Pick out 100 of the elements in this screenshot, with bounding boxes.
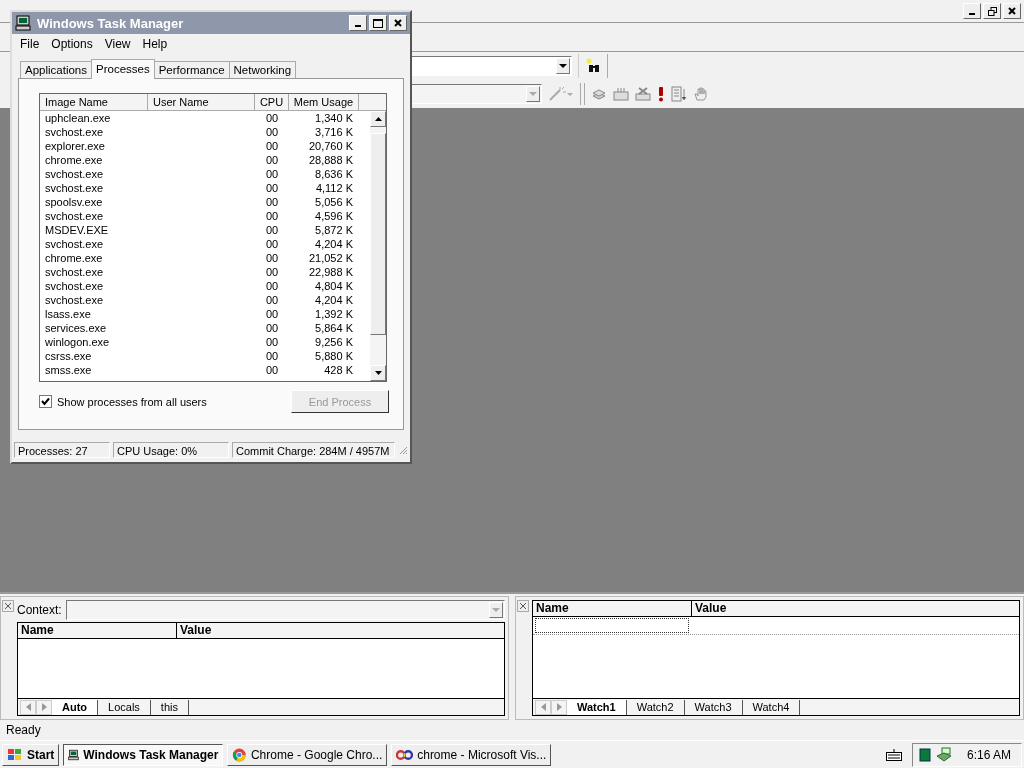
maximize-button[interactable] bbox=[369, 15, 387, 31]
mem-usage-cell-text: 4,204 K bbox=[314, 293, 354, 307]
column-header[interactable]: Mem Usage bbox=[289, 94, 359, 110]
cpu-cell-text: 00 bbox=[264, 321, 280, 335]
image-name-cell-text: svchost.exe bbox=[44, 237, 105, 251]
sheet-tab[interactable]: Watch2 bbox=[626, 699, 685, 715]
right-arrow-icon bbox=[41, 703, 47, 711]
restore-button[interactable] bbox=[983, 3, 1001, 19]
image-name-cell-text: svchost.exe bbox=[44, 125, 105, 139]
image-name-cell-text: csrss.exe bbox=[44, 349, 93, 363]
down-arrow-icon bbox=[374, 371, 382, 375]
mem-usage-cell-text: 4,112 K bbox=[314, 181, 354, 195]
mem-usage-cell-text: 8,636 K bbox=[314, 167, 354, 181]
cpu-cell-text: 00 bbox=[264, 209, 280, 223]
cpu-cell-text: 00 bbox=[264, 195, 280, 209]
scrollbar[interactable] bbox=[370, 111, 386, 381]
image-name-cell-text: MSDEV.EXE bbox=[44, 223, 110, 237]
document-arrow-icon[interactable] bbox=[671, 86, 687, 102]
close-icon bbox=[520, 603, 526, 609]
tab[interactable]: Processes bbox=[91, 59, 155, 79]
image-name-cell-text: chrome.exe bbox=[44, 251, 104, 265]
dropdown-arrow-icon bbox=[492, 607, 500, 613]
minimize-button[interactable] bbox=[963, 3, 981, 19]
mem-usage-cell-text: 4,204 K bbox=[314, 237, 354, 251]
close-button[interactable] bbox=[389, 15, 407, 31]
dropdown-arrow-icon bbox=[529, 91, 537, 97]
image-name-cell-text: uphclean.exe bbox=[44, 111, 112, 125]
mem-usage-cell-text: 21,052 K bbox=[307, 251, 354, 265]
pane-close-button[interactable] bbox=[2, 600, 14, 612]
show-all-users-checkbox[interactable]: Show processes from all users bbox=[39, 395, 207, 408]
restore-icon bbox=[987, 6, 997, 16]
column-header[interactable]: Value bbox=[177, 623, 504, 638]
minimize-button[interactable] bbox=[349, 15, 367, 31]
right-arrow-icon bbox=[556, 703, 562, 711]
cpu-cell-text: 00 bbox=[264, 125, 280, 139]
cpu-cell-text: 00 bbox=[264, 153, 280, 167]
column-header[interactable]: Name bbox=[18, 623, 177, 638]
column-header[interactable]: CPU bbox=[255, 94, 289, 110]
image-name-cell-text: svchost.exe bbox=[44, 167, 105, 181]
sheet-tab[interactable]: Watch4 bbox=[742, 699, 801, 715]
mem-usage-cell-text: 5,864 K bbox=[314, 321, 354, 335]
status-field: CPU Usage: 0% bbox=[113, 442, 229, 458]
exclamation-icon[interactable] bbox=[657, 86, 665, 102]
maximize-icon bbox=[373, 18, 383, 28]
scroll-left-button[interactable] bbox=[535, 699, 551, 715]
pane-close-button[interactable] bbox=[517, 600, 529, 612]
infinity-icon bbox=[396, 747, 414, 762]
image-name-cell-text: svchost.exe bbox=[44, 279, 105, 293]
scroll-left-button[interactable] bbox=[20, 699, 36, 715]
image-name-cell-text: explorer.exe bbox=[44, 139, 106, 153]
scroll-right-button[interactable] bbox=[551, 699, 567, 715]
context-combo[interactable] bbox=[65, 600, 505, 620]
focus-cell[interactable] bbox=[535, 618, 689, 633]
sheet-tab[interactable]: Watch3 bbox=[684, 699, 743, 715]
tab[interactable]: Applications bbox=[20, 61, 92, 78]
sheet-tab[interactable]: Watch1 bbox=[567, 699, 627, 715]
close-button[interactable] bbox=[1003, 3, 1021, 19]
computer-tray-icon[interactable] bbox=[935, 746, 952, 763]
up-arrow-icon bbox=[374, 117, 382, 121]
menu-item[interactable]: Help bbox=[136, 37, 174, 51]
image-name-cell-text: smss.exe bbox=[44, 363, 93, 377]
cpu-cell-text: 00 bbox=[264, 111, 280, 125]
cpu-cell-text: 00 bbox=[264, 251, 280, 265]
status-field: Commit Charge: 284M / 4957M bbox=[232, 442, 395, 458]
config-combo[interactable] bbox=[410, 84, 542, 104]
left-arrow-icon bbox=[540, 703, 546, 711]
menu-item[interactable]: Options bbox=[45, 37, 99, 51]
taskbar-button[interactable]: Windows Task Manager bbox=[63, 743, 224, 766]
column-header[interactable]: User Name bbox=[148, 94, 255, 110]
image-name-cell-text: svchost.exe bbox=[44, 293, 105, 307]
find-combo[interactable] bbox=[410, 56, 572, 76]
cpu-cell-text: 00 bbox=[264, 223, 280, 237]
build-icon[interactable] bbox=[613, 86, 629, 102]
start-button[interactable]: Start bbox=[2, 743, 60, 766]
sheet-tab[interactable]: Locals bbox=[98, 699, 151, 715]
column-header[interactable]: Value bbox=[692, 601, 1019, 616]
column-header[interactable]: Image Name bbox=[40, 94, 148, 110]
cpu-cell-text: 00 bbox=[264, 181, 280, 195]
mem-usage-cell-text: 5,872 K bbox=[314, 223, 354, 237]
scroll-right-button[interactable] bbox=[36, 699, 52, 715]
sheet-tab[interactable]: Auto bbox=[52, 699, 99, 715]
image-name-cell-text: winlogon.exe bbox=[44, 335, 111, 349]
sheet-tab[interactable]: this bbox=[150, 699, 189, 715]
column-header[interactable]: Name bbox=[533, 601, 692, 616]
chrome-icon bbox=[232, 746, 247, 763]
stop-build-icon[interactable] bbox=[635, 86, 651, 102]
taskbar-button[interactable]: chrome - Microsoft Vis... bbox=[391, 743, 552, 766]
mem-usage-cell-text: 28,888 K bbox=[307, 153, 354, 167]
menu-item[interactable]: File bbox=[14, 37, 46, 51]
windows-flag-icon bbox=[7, 747, 23, 762]
menu-item[interactable]: View bbox=[98, 37, 137, 51]
tab[interactable]: Networking bbox=[228, 61, 297, 78]
monitor-icon bbox=[15, 15, 31, 31]
keyboard-icon[interactable] bbox=[885, 748, 902, 761]
mem-usage-cell-text: 4,596 K bbox=[314, 209, 354, 223]
image-name-cell-text: services.exe bbox=[44, 321, 108, 335]
taskbar-button[interactable]: Chrome - Google Chro... bbox=[227, 743, 388, 766]
mem-usage-cell-text: 22,988 K bbox=[307, 265, 354, 279]
resize-grip-icon[interactable] bbox=[398, 445, 408, 455]
mem-usage-cell-text: 3,716 K bbox=[314, 125, 354, 139]
